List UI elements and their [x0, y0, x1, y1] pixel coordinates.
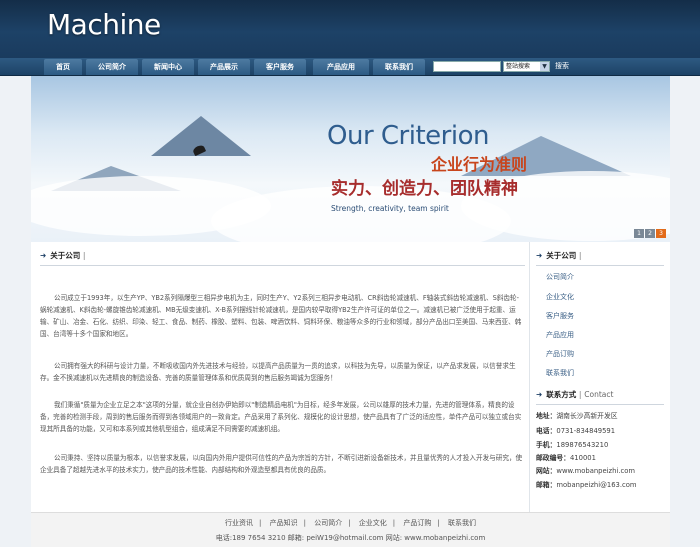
footer-separator: |	[392, 519, 396, 527]
contact-postcode: 邮政编号：410001	[536, 454, 596, 462]
banner-slogan-cn: 实力、创造力、团队精神	[331, 179, 518, 199]
about-paragraph: 公司秉持、坚持以质量为根本，以信誉求发展，以向国内外用户提供可信性的产品为宗旨的…	[40, 454, 523, 474]
footer-link[interactable]: 产品知识	[270, 519, 298, 527]
sidebar-link[interactable]: 客户服务	[546, 311, 574, 321]
sidebar-link[interactable]: 公司简介	[546, 272, 574, 282]
nav-home[interactable]: 首页	[44, 59, 82, 75]
nav-application[interactable]: 产品应用	[313, 59, 369, 75]
about-heading-text: 关于公司	[50, 251, 81, 260]
nav-news[interactable]: 新闻中心	[142, 59, 194, 75]
slide-dot-active[interactable]: 3	[656, 229, 666, 238]
search-scope-value: 整站搜索	[506, 63, 531, 70]
main-content: ➜ 关于公司 | 公司成立于1993年，以生产YP、YB2系列隔爆型三相异步电机为…	[31, 242, 670, 512]
about-paragraph: 我们秉循"质量为企业立足之本"这项的分量，就企业自创办伊始即以"制造精品电机"为…	[40, 401, 522, 433]
contact-phone: 电话：0731-834849591	[536, 427, 616, 435]
contact-heading-text: 联系方式	[546, 390, 577, 399]
slide-dot[interactable]: 1	[634, 229, 644, 238]
footer-separator: |	[348, 519, 351, 527]
contact-website: 网站：www.mobanpeizhi.com	[536, 467, 635, 475]
banner: Our Criterion 企业行为准则 实力、创造力、团队精神 Strengt…	[31, 76, 670, 242]
footer-separator: |	[259, 519, 262, 527]
chevron-down-icon: ▼	[540, 62, 549, 71]
arrow-right-icon: ➜	[536, 390, 543, 399]
nav-products[interactable]: 产品展示	[198, 59, 250, 75]
footer-link[interactable]: 联系我们	[448, 519, 476, 527]
banner-title-cn: 企业行为准则	[431, 155, 528, 174]
footer-link[interactable]: 公司简介	[314, 519, 342, 527]
about-heading: ➜ 关于公司 |	[40, 246, 525, 266]
sidebar-link[interactable]: 产品订购	[546, 349, 574, 359]
nav-contact[interactable]: 联系我们	[373, 59, 425, 75]
contact-address: 地址：湖南长沙高新开发区	[536, 412, 618, 420]
search-input[interactable]	[433, 61, 501, 72]
footer-link[interactable]: 企业文化	[359, 519, 387, 527]
footer-link[interactable]: 行业资讯	[225, 519, 253, 527]
sidebar-heading-text: 关于公司	[546, 251, 577, 260]
contact-heading: ➜ 联系方式 | Contact	[536, 385, 664, 405]
footer-separator: |	[437, 519, 440, 527]
sidebar: ➜ 关于公司 | 公司简介 企业文化 客户服务 产品应用 产品订购 联系我们 ➜ 联…	[529, 242, 670, 512]
main-nav: 首页 公司简介 新闻中心 产品展示 客户服务 产品应用 联系我们	[0, 58, 700, 76]
site-logo[interactable]: Machine	[47, 8, 161, 41]
arrow-right-icon: ➜	[40, 251, 47, 260]
contact-email: 邮箱：mobanpeizhi@163.com	[536, 481, 637, 489]
banner-slogan-en: Strength, creativity, team spirit	[331, 204, 449, 213]
footer-separator: |	[303, 519, 306, 527]
contact-mobile: 手机：189876543210	[536, 441, 609, 449]
about-paragraph: 公司拥有强大的科研与设计力量，不断吸收国内外先进技术与经验，以提高产品质量为一贯…	[40, 362, 516, 382]
slide-pager: 1 2 3	[634, 229, 666, 238]
footer-info: 电话:189 7654 3210 邮箱: peiW19@hotmail.com …	[215, 534, 486, 542]
sidebar-link[interactable]: 企业文化	[546, 292, 574, 302]
slide-dot[interactable]: 2	[645, 229, 655, 238]
sidebar-link[interactable]: 联系我们	[546, 368, 574, 378]
about-paragraph: 公司成立于1993年，以生产YP、YB2系列隔爆型三相异步电机为主，同时生产Y、…	[40, 294, 522, 338]
nav-service[interactable]: 客户服务	[254, 59, 306, 75]
contact-heading-en: Contact	[584, 390, 614, 399]
search-button[interactable]: 搜索	[555, 61, 569, 72]
search-scope-select[interactable]: 整站搜索 ▼	[503, 61, 550, 72]
site-footer: 行业资讯 | 产品知识 | 公司简介 | 企业文化 | 产品订购 | 联系我们 电话:18…	[31, 512, 670, 547]
sidebar-link[interactable]: 产品应用	[546, 330, 574, 340]
site-header: Machine	[0, 0, 700, 58]
nav-about[interactable]: 公司简介	[86, 59, 138, 75]
footer-link[interactable]: 产品订购	[403, 519, 431, 527]
sidebar-heading: ➜ 关于公司 |	[536, 246, 664, 266]
banner-title-en: Our Criterion	[327, 121, 489, 151]
arrow-right-icon: ➜	[536, 251, 543, 260]
footer-links: 行业资讯 | 产品知识 | 公司简介 | 企业文化 | 产品订购 | 联系我们	[31, 518, 670, 528]
